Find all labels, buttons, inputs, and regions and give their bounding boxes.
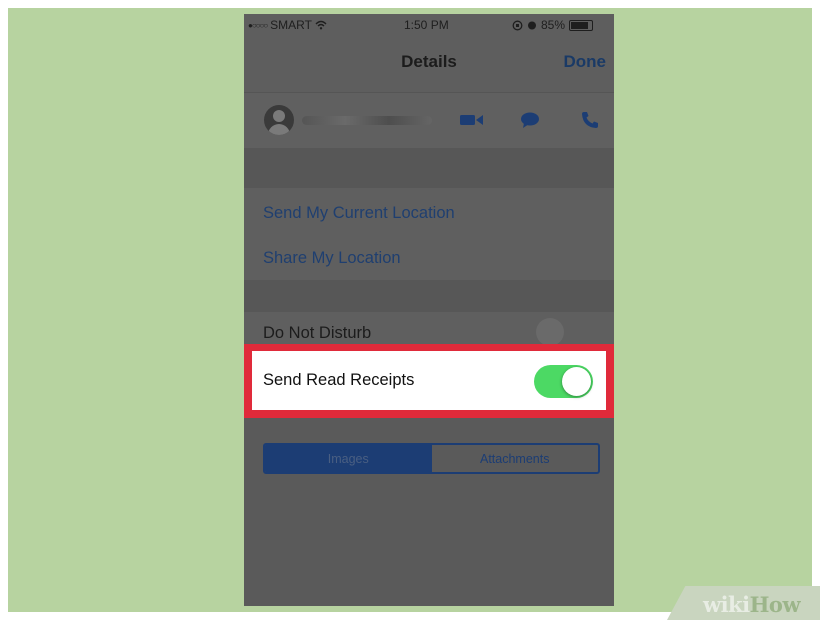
watermark: wikiHow [667,586,820,620]
wifi-icon [315,20,327,30]
send-current-location-link[interactable]: Send My Current Location [263,204,455,223]
signal-strength-icon: ●○○○○ [248,20,268,30]
logo-how: How [749,592,801,617]
send-read-receipts-row: Send Read Receipts [252,351,606,410]
media-segmented-control: Images Attachments [263,443,600,474]
send-read-receipts-label: Send Read Receipts [263,371,415,389]
status-right: 85% [512,18,594,32]
avatar[interactable] [264,105,294,135]
attachments-section: Images Attachments [244,418,614,606]
toggle-knob [562,367,591,396]
battery-percent: 85% [541,18,566,32]
status-bar: ●○○○○ SMART 1:50 PM 85% [244,14,614,36]
logo-wiki: wiki [703,592,750,617]
phone-screen: ●○○○○ SMART 1:50 PM 85% Details Done Sen… [244,14,614,606]
phone-call-icon[interactable] [577,110,603,130]
status-time: 1:50 PM [404,18,449,32]
section-separator [244,148,614,188]
location-section: Send My Current Location Share My Locati… [244,188,614,280]
frame-left [0,0,8,620]
send-read-receipts-toggle[interactable] [534,365,593,398]
video-call-icon[interactable] [459,110,485,130]
navigation-bar: Details Done [244,36,614,92]
frame-right [812,0,820,620]
contact-row[interactable] [244,92,614,150]
carrier-info: ●○○○○ SMART [248,18,327,32]
alarm-icon [528,21,536,30]
do-not-disturb-label: Do Not Disturb [263,324,372,342]
do-not-disturb-toggle[interactable] [536,318,564,346]
orientation-lock-icon [512,20,523,30]
tab-attachments[interactable]: Attachments [432,445,599,472]
contact-name-redacted [302,116,432,125]
battery-icon [569,19,594,31]
highlight-box: Send Read Receipts [244,344,614,418]
wikihow-logo: wikiHow [703,592,801,617]
carrier-name: SMART [270,18,312,32]
section-separator [244,280,614,312]
share-my-location-link[interactable]: Share My Location [263,249,401,268]
message-icon[interactable] [517,110,543,130]
frame-top [0,0,820,8]
page-title: Details [401,52,457,71]
tab-images[interactable]: Images [265,445,432,472]
done-button[interactable]: Done [564,52,607,72]
